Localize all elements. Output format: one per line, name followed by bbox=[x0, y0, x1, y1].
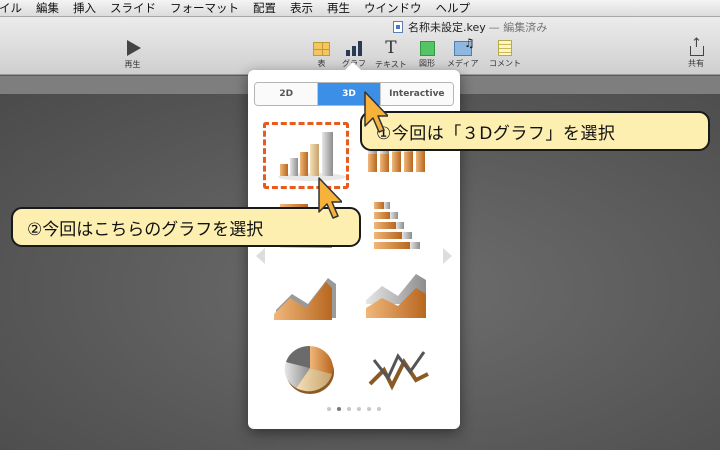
chart-option-3d-area[interactable] bbox=[270, 264, 350, 330]
menu-insert[interactable]: 挿入 bbox=[73, 0, 96, 16]
menu-edit[interactable]: 編集 bbox=[36, 0, 59, 16]
shape-icon bbox=[419, 41, 435, 56]
page-dot-2[interactable] bbox=[337, 407, 341, 411]
media-button[interactable]: メディア bbox=[447, 36, 479, 69]
text-button[interactable]: T テキスト bbox=[375, 39, 407, 70]
pointer-cursor-icon bbox=[364, 91, 388, 133]
callout-step-2: ②今回はこちらのグラフを選択 bbox=[11, 207, 361, 247]
chart-option-3d-stacked-horizontal-bar[interactable] bbox=[360, 194, 440, 260]
page-dot-5[interactable] bbox=[367, 407, 371, 411]
menu-window[interactable]: ウインドウ bbox=[364, 0, 422, 16]
comment-label: コメント bbox=[489, 59, 521, 68]
document-name: 名称未設定.key bbox=[408, 21, 486, 34]
tab-2d[interactable]: 2D bbox=[255, 83, 318, 105]
play-label: 再生 bbox=[124, 60, 141, 69]
play-icon bbox=[127, 40, 141, 56]
menu-file[interactable]: イル bbox=[0, 0, 22, 16]
menu-play[interactable]: 再生 bbox=[327, 0, 350, 16]
menu-slide[interactable]: スライド bbox=[110, 0, 156, 16]
callout-step-1: ①今回は「３Dグラフ」を選択 bbox=[360, 111, 710, 151]
media-icon bbox=[453, 36, 475, 56]
previous-page-arrow[interactable] bbox=[256, 248, 265, 264]
page-dot-6[interactable] bbox=[377, 407, 381, 411]
shape-button[interactable]: 図形 bbox=[419, 39, 435, 69]
edit-status: — 編集済み bbox=[488, 21, 548, 34]
comment-icon bbox=[498, 40, 512, 56]
shape-label: 図形 bbox=[419, 59, 435, 68]
next-page-arrow[interactable] bbox=[443, 248, 452, 264]
share-icon bbox=[689, 36, 704, 56]
pointer-cursor-icon bbox=[318, 177, 342, 219]
media-label: メディア bbox=[447, 59, 479, 68]
table-icon bbox=[313, 42, 330, 56]
menu-arrange[interactable]: 配置 bbox=[253, 0, 276, 16]
page-dot-1[interactable] bbox=[327, 407, 331, 411]
page-dot-4[interactable] bbox=[357, 407, 361, 411]
chart-option-3d-stacked-area[interactable] bbox=[360, 264, 440, 330]
share-button[interactable]: 共有 bbox=[688, 36, 704, 69]
window-title: 名称未設定.key — 編集済み bbox=[393, 19, 547, 35]
menu-bar: イル 編集 挿入 スライド フォーマット 配置 表示 再生 ウインドウ ヘルプ bbox=[0, 0, 720, 17]
play-button[interactable]: 再生 bbox=[124, 39, 141, 70]
page-dot-3[interactable] bbox=[347, 407, 351, 411]
text-label: テキスト bbox=[375, 60, 407, 69]
menu-view[interactable]: 表示 bbox=[290, 0, 313, 16]
text-icon: T bbox=[385, 38, 397, 58]
table-label: 表 bbox=[317, 59, 326, 68]
comment-button[interactable]: コメント bbox=[489, 39, 521, 69]
keynote-document-icon bbox=[393, 21, 403, 33]
chart-option-3d-line[interactable] bbox=[360, 334, 440, 400]
page-indicator bbox=[248, 407, 460, 411]
share-label: 共有 bbox=[688, 59, 704, 68]
tab-interactive[interactable]: Interactive bbox=[379, 83, 453, 105]
chart-dimension-tabs: 2D 3D Interactive bbox=[254, 82, 454, 106]
chart-icon bbox=[346, 40, 362, 56]
menu-format[interactable]: フォーマット bbox=[170, 0, 239, 16]
menu-help[interactable]: ヘルプ bbox=[436, 0, 471, 16]
table-button[interactable]: 表 bbox=[313, 39, 330, 69]
chart-option-3d-pie[interactable] bbox=[270, 334, 350, 400]
